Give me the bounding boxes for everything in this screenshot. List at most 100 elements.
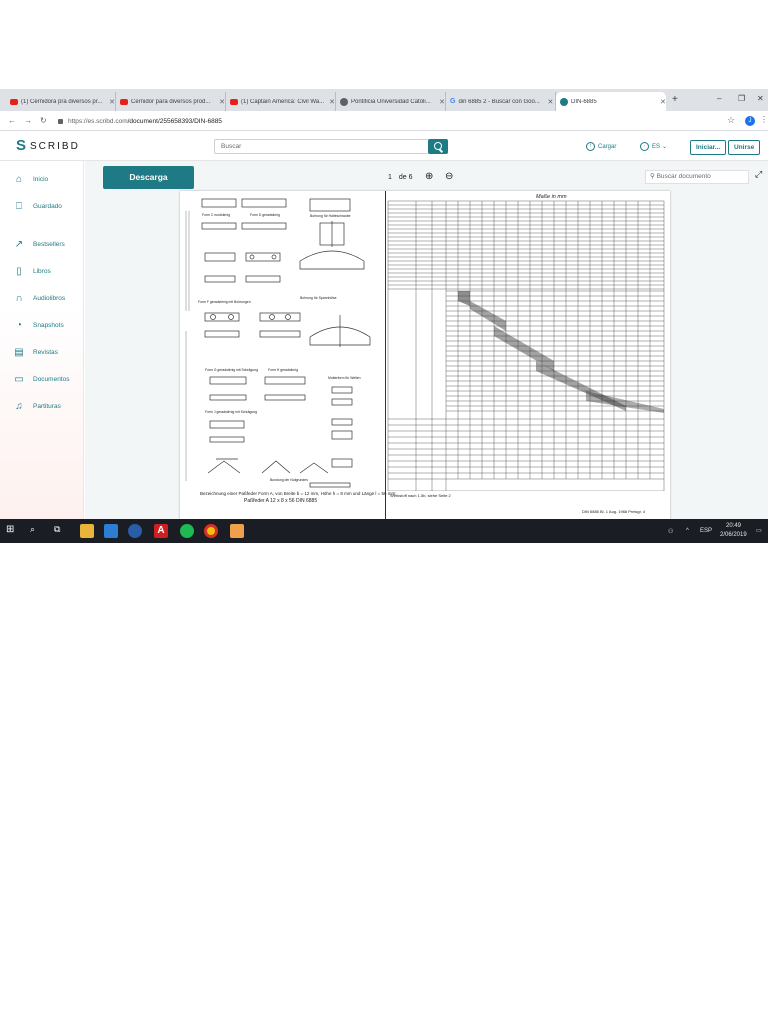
sidebar-item-revistas[interactable]: ▤ Revistas (12, 347, 58, 358)
close-tab-icon[interactable]: ✕ (547, 98, 553, 106)
browser-tab-1[interactable]: (1) Cernidora pra diversos pr... ✕ (6, 92, 116, 111)
tray-chevron-icon[interactable]: ^ (686, 528, 689, 534)
search-icon[interactable]: ⌕ (30, 524, 44, 538)
designation-caption: Bezeichnung einer Paßfeder Form A, von B… (200, 491, 397, 496)
browser-tab-2[interactable]: Cernidor para diversos prod... ✕ (116, 92, 226, 111)
sidebar-item-label: Audiolibros (33, 295, 66, 302)
youtube-icon (10, 98, 18, 105)
keyboard-language[interactable]: ESP (700, 528, 712, 534)
browser-tab-strip: (1) Cernidora pra diversos pr... ✕ Cerni… (0, 89, 768, 111)
headphones-icon: ∩ (15, 293, 23, 304)
google-icon: G (450, 98, 456, 105)
maximize-button[interactable]: ❐ (738, 94, 745, 103)
minimize-button[interactable]: – (717, 94, 721, 103)
windows-start-icon[interactable]: ⊞ (6, 524, 20, 538)
browser-tab-6-active[interactable]: DIN-6885 ✕ (556, 92, 666, 111)
close-tab-icon[interactable]: ✕ (439, 98, 445, 106)
scribd-logo[interactable]: S SCRIBD (16, 137, 80, 154)
document-search-input[interactable]: ⚲ Buscar documento (645, 170, 749, 184)
url-domain: https://es.scribd.com (68, 117, 128, 125)
upload-label: Cargar (598, 143, 617, 150)
sidebar-item-label: Documentos (33, 376, 70, 383)
browser-tab-5[interactable]: G din 6885 2 - Buscar con Goo... ✕ (446, 92, 556, 111)
stopwatch-icon: ◔ (15, 320, 23, 331)
bookmark-icon: ⎕ (16, 201, 22, 212)
sidebar-item-partituras[interactable]: ♫ Partituras (12, 401, 61, 412)
drawings-sheet: Form C rundstirnig Form D geradstirnig B… (180, 191, 396, 519)
file-explorer-icon[interactable] (80, 524, 94, 538)
forward-arrow-icon[interactable]: → (24, 116, 32, 125)
sidebar-item-label: Libros (33, 268, 51, 275)
document-viewer: Descarga 1 de 6 ⊕ ⊖ ⚲ Buscar documento ⤢ (85, 161, 768, 519)
globe-icon: · (640, 142, 649, 151)
back-arrow-icon[interactable]: ← (8, 116, 16, 125)
sidebar: ⌂ Inicio ⎕ Guardado ↗ Bestsellers ▯ Libr… (0, 161, 84, 519)
login-button[interactable]: Iniciar... (690, 140, 727, 155)
download-button[interactable]: Descarga (103, 166, 194, 189)
reload-icon[interactable]: ↻ (40, 116, 47, 125)
tab-title: DIN-6885 (571, 98, 597, 105)
home-icon: ⌂ (15, 174, 23, 185)
scribd-logo-icon: S (16, 137, 27, 154)
svg-text:Form J geradstirnig mit Schräg: Form J geradstirnig mit Schrägung (205, 410, 257, 414)
magazine-icon: ▤ (14, 347, 24, 358)
language-selector[interactable]: · ES ⌄ (640, 142, 667, 151)
app-icon[interactable] (230, 524, 244, 538)
zoom-in-icon[interactable]: ⊕ (425, 171, 433, 182)
browser-tab-4[interactable]: Pontificia Universidad Católi... ✕ (336, 92, 446, 111)
people-icon[interactable]: ⚇ (668, 528, 673, 535)
current-page-input[interactable]: 1 (388, 174, 392, 181)
task-view-icon[interactable]: ⧉ (54, 524, 68, 538)
clock-date[interactable]: 2/06/2019 (720, 532, 747, 538)
sidebar-item-label: Partituras (33, 403, 61, 410)
upload-icon: ↑ (586, 142, 595, 151)
svg-text:Bohrung für Spannhülse: Bohrung für Spannhülse (300, 296, 337, 300)
search-button[interactable] (428, 139, 448, 154)
close-window-button[interactable]: ✕ (757, 94, 764, 103)
site-search-input[interactable]: Buscar (214, 139, 429, 154)
sidebar-item-audiolibros[interactable]: ∩ Audiolibros (12, 293, 65, 304)
notifications-icon[interactable]: ▭ (756, 527, 762, 534)
url-field[interactable]: https://es.scribd.com /document/25565839… (58, 114, 718, 128)
profile-avatar[interactable]: J (745, 116, 755, 126)
close-tab-icon[interactable]: ✕ (109, 98, 115, 106)
sidebar-item-label: Revistas (33, 349, 58, 356)
svg-text:Bohrung für Halteschraube: Bohrung für Halteschraube (310, 214, 351, 218)
tab-title: (1) Cernidora pra diversos pr... (21, 98, 103, 105)
svg-text:Form D geradstirnig: Form D geradstirnig (250, 213, 280, 217)
mail-icon[interactable] (104, 524, 118, 538)
sidebar-item-documentos[interactable]: ▭ Documentos (12, 374, 70, 385)
clock-time[interactable]: 20:49 (726, 523, 741, 529)
search-icon: ⚲ (650, 173, 657, 180)
sidebar-item-snapshots[interactable]: ◔ Snapshots (12, 320, 64, 331)
svg-text:Form H geradstirnig: Form H geradstirnig (268, 368, 298, 372)
zoom-out-icon[interactable]: ⊖ (445, 171, 453, 182)
chrome-icon[interactable] (204, 524, 218, 538)
svg-text:Bundung der Nutgrundes: Bundung der Nutgrundes (270, 478, 308, 482)
browser-menu-icon[interactable]: ⋮ (760, 115, 768, 124)
upload-link[interactable]: ↑ Cargar (586, 142, 616, 151)
scribd-header: S SCRIBD Buscar ↑ Cargar · ES ⌄ Iniciar.… (0, 131, 768, 161)
bookmark-star-icon[interactable]: ☆ (727, 115, 735, 126)
spotify-icon[interactable] (180, 524, 194, 538)
sidebar-item-guardado[interactable]: ⎕ Guardado (12, 201, 62, 212)
new-tab-button[interactable]: + (672, 94, 678, 105)
document-search-placeholder: Buscar documento (656, 173, 711, 180)
sidebar-item-bestsellers[interactable]: ↗ Bestsellers (12, 239, 65, 250)
close-tab-icon[interactable]: ✕ (329, 98, 335, 106)
sidebar-item-libros[interactable]: ▯ Libros (12, 266, 51, 277)
svg-text:Mutterform für Wellen: Mutterform für Wellen (328, 376, 361, 380)
join-button[interactable]: Unirse (728, 140, 761, 155)
page-total: de 6 (398, 174, 413, 181)
close-tab-icon[interactable]: ✕ (219, 98, 225, 106)
dimension-table (387, 200, 665, 492)
browser-tab-3[interactable]: (1) Captain America: Civil Wa... ✕ (226, 92, 336, 111)
trending-icon: ↗ (14, 239, 24, 250)
sidebar-item-label: Guardado (33, 203, 62, 210)
fullscreen-icon[interactable]: ⤢ (755, 169, 762, 180)
edge-icon[interactable] (128, 524, 142, 538)
svg-text:Form C rundstirnig: Form C rundstirnig (202, 213, 230, 217)
acrobat-icon[interactable]: A (154, 524, 168, 538)
sidebar-item-inicio[interactable]: ⌂ Inicio (12, 174, 48, 185)
close-tab-icon[interactable]: ✕ (660, 98, 666, 106)
